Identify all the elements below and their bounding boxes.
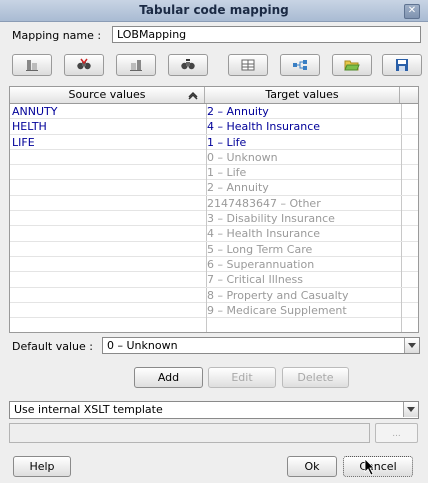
toolbar-button-2[interactable] xyxy=(64,54,104,76)
target-value-cell[interactable] xyxy=(205,318,402,332)
source-values-header[interactable]: Source values xyxy=(10,87,205,103)
mouse-pointer-icon xyxy=(364,458,375,476)
target-value-cell[interactable]: 8 – Property and Casualty xyxy=(205,287,402,303)
source-value-cell[interactable] xyxy=(10,302,207,318)
table-row[interactable]: 2147483647 – Other xyxy=(10,195,418,212)
close-icon: ✕ xyxy=(407,5,417,16)
find-binoculars-icon xyxy=(181,59,195,70)
source-value-cell[interactable]: HELTH xyxy=(10,119,207,135)
target-value-cell[interactable]: 2 – Annuity xyxy=(205,104,402,119)
table-header: Source values Target values xyxy=(10,87,418,104)
source-value-cell[interactable] xyxy=(10,165,207,181)
source-value-cell[interactable] xyxy=(10,211,207,227)
cancel-button[interactable]: Cancel xyxy=(343,456,413,477)
target-value-cell[interactable]: 3 – Disability Insurance xyxy=(205,211,402,227)
source-value-cell[interactable] xyxy=(10,241,207,257)
toolbar-button-6[interactable] xyxy=(280,54,320,76)
toolbar-button-7[interactable] xyxy=(332,54,372,76)
source-value-cell[interactable]: LIFE xyxy=(10,134,207,150)
chevron-down-icon[interactable] xyxy=(404,338,419,353)
target-value-cell[interactable]: 0 – Unknown xyxy=(205,149,402,165)
target-value-cell[interactable]: 4 – Health Insurance xyxy=(205,226,402,242)
target-value-cell[interactable]: 1 – Life xyxy=(205,165,402,181)
table-row[interactable]: 4 – Health Insurance xyxy=(10,226,418,242)
sort-ascending-icon[interactable] xyxy=(188,90,198,100)
default-value-text: 0 – Unknown xyxy=(107,339,178,352)
target-value-cell[interactable]: 1 – Life xyxy=(205,134,402,150)
source-value-cell[interactable] xyxy=(10,180,207,196)
toolbar-button-8[interactable] xyxy=(382,54,422,76)
mapping-name-label: Mapping name : xyxy=(12,29,102,42)
table-row[interactable]: 9 – Medicare Supplement xyxy=(10,302,418,319)
target-value-cell[interactable]: 4 – Health Insurance xyxy=(205,119,402,135)
source-value-cell[interactable] xyxy=(10,272,207,288)
table-row[interactable]: ANNUTY 2 – Annuity xyxy=(10,104,418,120)
dialog-title: Tabular code mapping xyxy=(139,3,289,17)
template-select-text: Use internal XSLT template xyxy=(14,403,163,416)
source-value-cell[interactable]: ANNUTY xyxy=(10,104,207,119)
table-row[interactable]: 7 – Critical Illness xyxy=(10,272,418,288)
default-value-label: Default value : xyxy=(12,340,93,353)
target-value-cell[interactable]: 5 – Long Term Care xyxy=(205,241,402,257)
table-icon xyxy=(241,59,255,71)
save-icon xyxy=(396,59,408,71)
source-value-cell[interactable] xyxy=(10,256,207,272)
add-button[interactable]: Add xyxy=(134,367,203,388)
template-path-input[interactable] xyxy=(9,423,370,443)
target-value-cell[interactable]: 2 – Annuity xyxy=(205,180,402,196)
table-row[interactable]: 1 – Life xyxy=(10,165,418,181)
mapping-link-icon xyxy=(293,60,307,70)
column-left-icon xyxy=(26,60,38,71)
target-values-header[interactable]: Target values xyxy=(205,87,400,103)
target-values-header-label: Target values xyxy=(265,88,339,101)
target-value-cell[interactable]: 6 – Superannuation xyxy=(205,256,402,272)
edit-button[interactable]: Edit xyxy=(208,367,276,388)
source-value-cell[interactable] xyxy=(10,226,207,242)
table-row[interactable]: 8 – Property and Casualty xyxy=(10,287,418,303)
browse-button[interactable]: ... xyxy=(375,423,418,443)
chevron-down-icon[interactable] xyxy=(403,402,418,417)
target-value-cell[interactable]: 9 – Medicare Supplement xyxy=(205,302,402,318)
source-value-cell[interactable] xyxy=(10,318,207,332)
table-row[interactable]: 3 – Disability Insurance xyxy=(10,211,418,227)
dialog-window: Tabular code mapping ✕ Mapping name : LO… xyxy=(0,0,428,483)
mapping-table: Source values Target values ANNUTY 2 – An… xyxy=(9,86,419,333)
toolbar-button-3[interactable] xyxy=(116,54,156,76)
close-button[interactable]: ✕ xyxy=(404,4,420,19)
open-folder-icon xyxy=(344,60,360,71)
toolbar-button-1[interactable] xyxy=(12,54,52,76)
column-right-icon xyxy=(130,60,142,71)
title-bar[interactable]: Tabular code mapping ✕ xyxy=(0,0,428,22)
toolbar-button-5[interactable] xyxy=(228,54,268,76)
source-value-cell[interactable] xyxy=(10,195,207,211)
ok-button[interactable]: Ok xyxy=(287,456,337,477)
source-value-cell[interactable] xyxy=(10,287,207,303)
table-row[interactable]: HELTH 4 – Health Insurance xyxy=(10,119,418,135)
template-select[interactable]: Use internal XSLT template xyxy=(9,401,419,419)
target-value-cell[interactable]: 2147483647 – Other xyxy=(205,195,402,211)
delete-button[interactable]: Delete xyxy=(282,367,349,388)
mapping-name-input[interactable]: LOBMapping xyxy=(112,26,421,43)
help-button[interactable]: Help xyxy=(13,456,71,477)
table-row[interactable]: 6 – Superannuation xyxy=(10,256,418,273)
table-row[interactable]: 5 – Long Term Care xyxy=(10,241,418,257)
binoculars-icon xyxy=(77,58,91,70)
table-row[interactable]: 0 – Unknown xyxy=(10,149,418,166)
table-row[interactable]: LIFE 1 – Life xyxy=(10,134,418,150)
table-row[interactable] xyxy=(10,318,418,332)
source-value-cell[interactable] xyxy=(10,149,207,165)
table-row[interactable]: 2 – Annuity xyxy=(10,180,418,196)
default-value-select[interactable]: 0 – Unknown xyxy=(102,337,420,354)
target-value-cell[interactable]: 7 – Critical Illness xyxy=(205,272,402,288)
toolbar-button-4[interactable] xyxy=(168,54,208,76)
table-body: ANNUTY 2 – Annuity HELTH 4 – Health Insuran… xyxy=(10,104,418,332)
source-values-header-label: Source values xyxy=(68,88,146,101)
